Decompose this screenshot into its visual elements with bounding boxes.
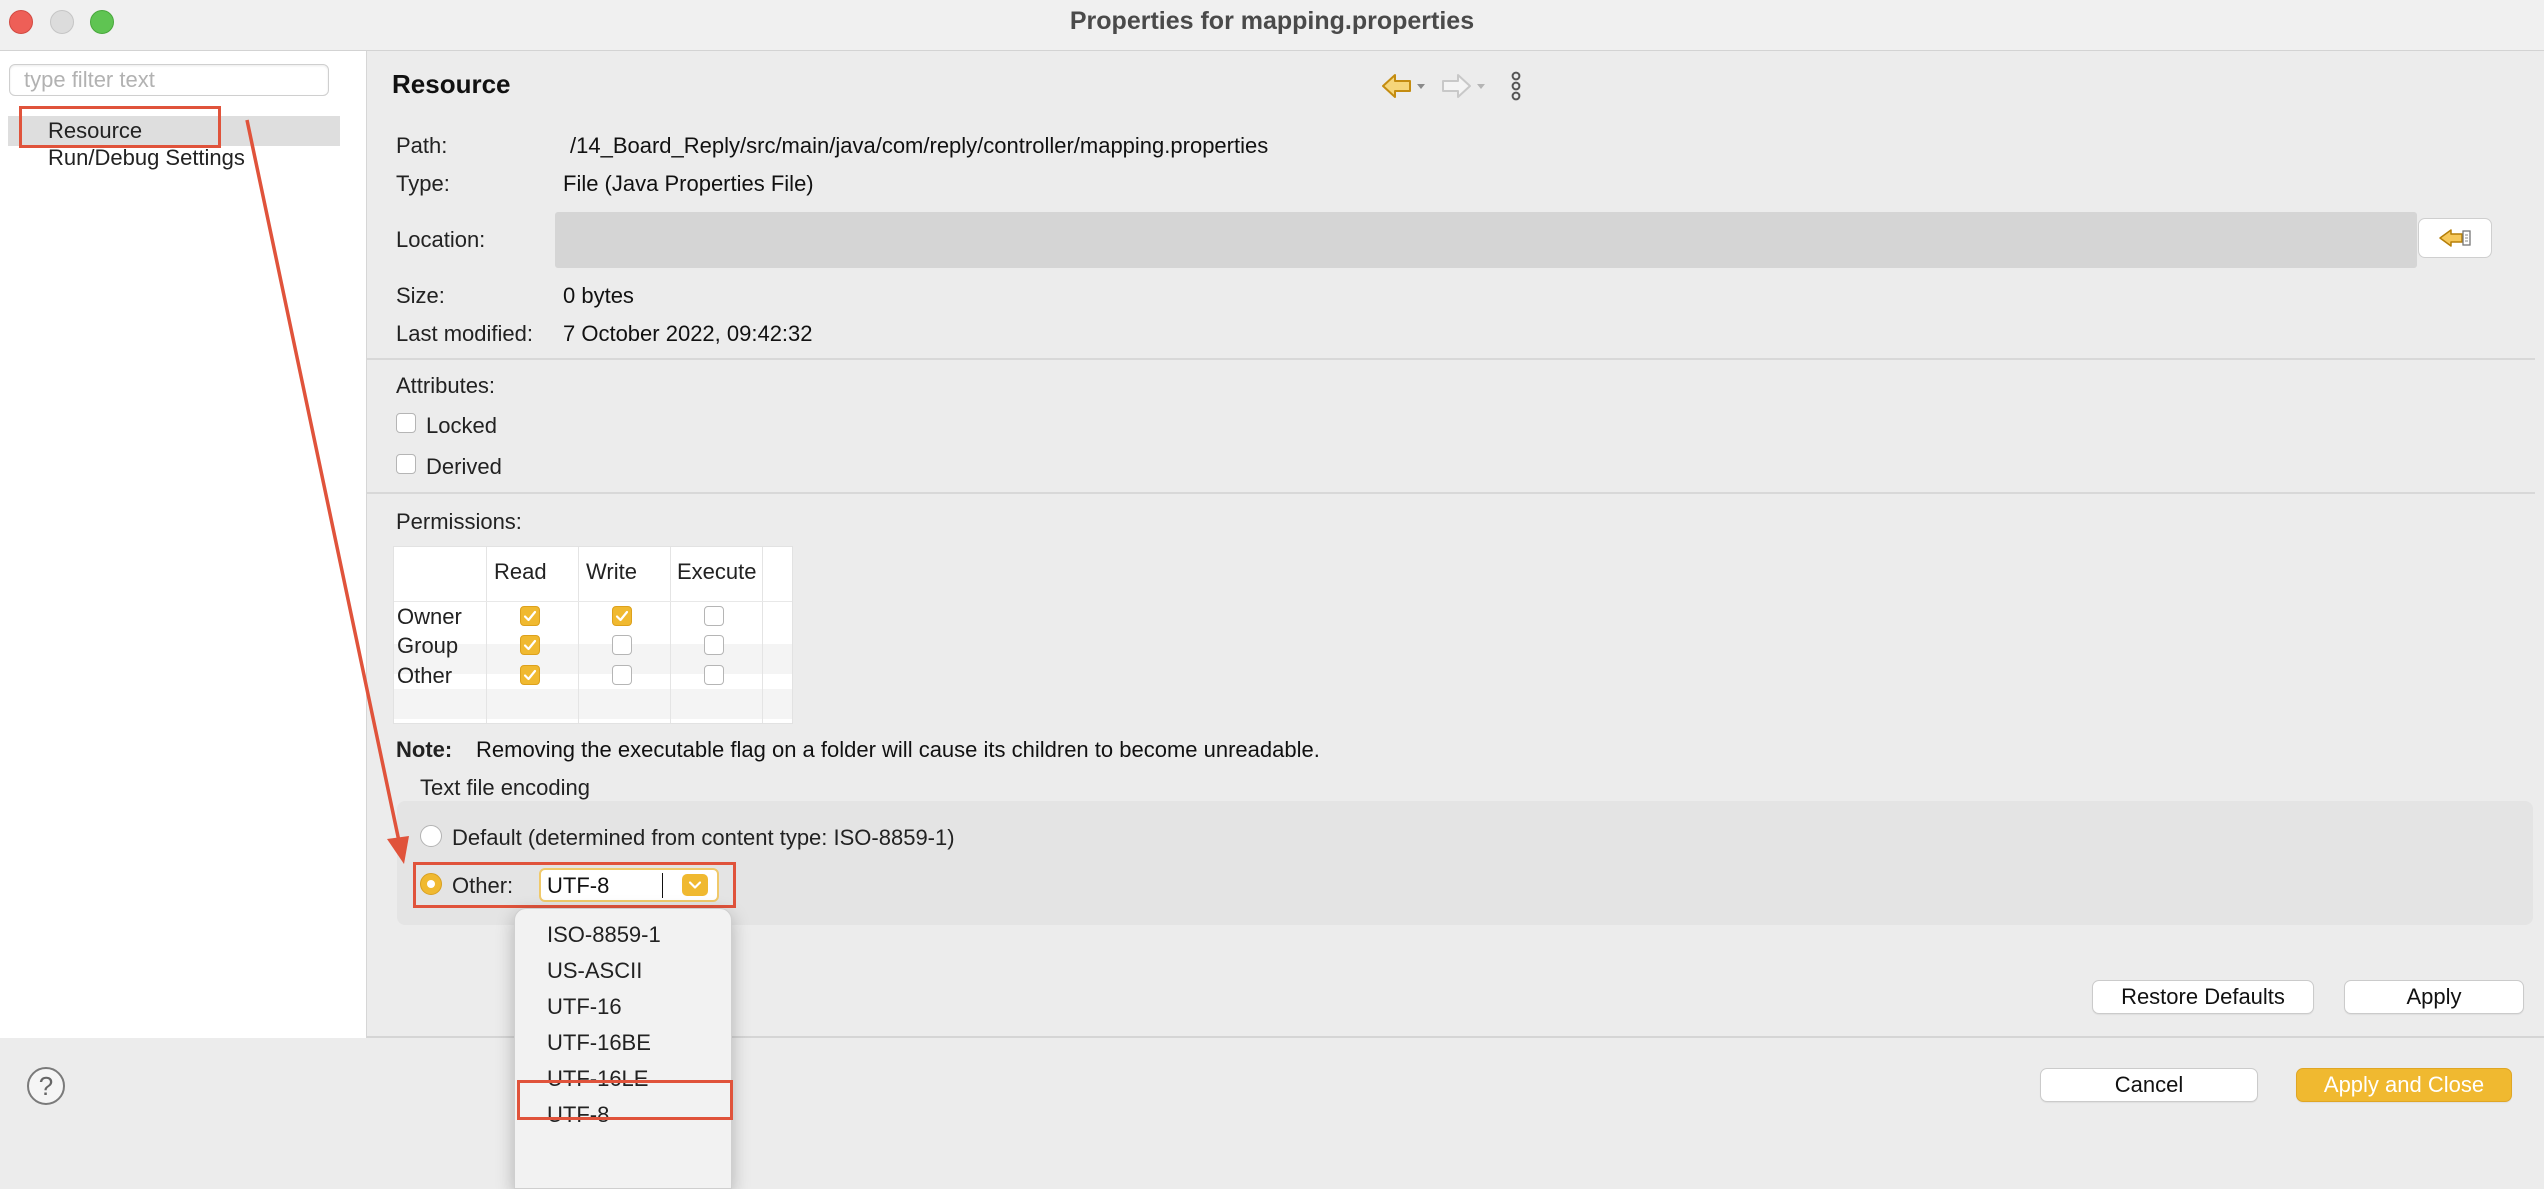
checkmark-icon [523,610,537,622]
row-label-group: Group [397,633,459,658]
type-label: Type: [396,171,450,196]
checkmark-icon [523,669,537,681]
encoding-combo-value: UTF-8 [547,873,610,898]
derived-checkbox[interactable] [396,454,416,474]
row-label-owner: Owner [397,604,462,629]
encoding-option[interactable]: UTF-16LE [515,1061,731,1097]
note-label: Note: [396,737,453,762]
cancel-button[interactable]: Cancel [2040,1068,2258,1102]
encoding-option[interactable]: UTF-16 [515,989,731,1025]
encoding-option[interactable]: ISO-8859-1 [515,917,731,953]
show-in-system-explorer-icon [2439,229,2471,247]
other-execute-checkbox[interactable] [704,665,724,685]
permissions-label: Permissions: [396,509,522,534]
show-in-system-explorer-button[interactable] [2418,218,2492,258]
encoding-option[interactable]: US-ASCII [515,953,731,989]
encoding-option-highlighted[interactable]: UTF-8 [515,1097,731,1133]
permissions-table: Read Write Execute Owner Group Other [393,546,793,724]
note-text: Removing the executable flag on a folder… [476,737,1320,762]
locked-checkbox[interactable] [396,413,416,433]
encoding-group [397,801,2533,925]
restore-defaults-button[interactable]: Restore Defaults [2092,980,2314,1014]
default-encoding-label: Default (determined from content type: I… [452,825,955,850]
encoding-option[interactable]: UTF-16BE [515,1025,731,1061]
title-bar: Properties for mapping.properties [0,0,2544,51]
text-cursor [662,873,663,898]
column-divider [578,547,579,723]
encoding-dropdown-list: ISO-8859-1 US-ASCII UTF-16 UTF-16BE UTF-… [514,908,732,1189]
size-value: 0 bytes [563,283,634,308]
forward-arrow-icon[interactable] [1440,69,1500,103]
path-value: /14_Board_Reply/src/main/java/com/reply/… [570,133,1269,158]
view-menu-icon[interactable] [1508,69,1524,103]
column-divider [762,547,763,723]
other-encoding-label: Other: [452,873,514,898]
group-write-checkbox[interactable] [612,635,632,655]
help-button[interactable]: ? [27,1067,65,1105]
location-label: Location: [396,227,486,252]
row-label-other: Other [397,663,453,688]
tree-item-label: Run/Debug Settings [48,145,245,170]
checkmark-icon [615,610,629,622]
last-modified-label: Last modified: [396,321,533,346]
column-divider [670,547,671,723]
default-encoding-radio[interactable] [420,825,442,847]
size-label: Size: [396,283,445,308]
attributes-label: Attributes: [396,373,496,398]
owner-execute-checkbox[interactable] [704,606,724,626]
back-arrow-icon[interactable] [1380,69,1440,103]
path-label: Path: [396,133,448,158]
other-write-checkbox[interactable] [612,665,632,685]
table-row-stripe [394,689,792,719]
header-divider [394,601,792,602]
last-modified-value: 7 October 2022, 09:42:32 [563,321,813,346]
type-value: File (Java Properties File) [563,171,814,196]
column-header-execute: Execute [677,559,757,584]
column-divider [486,547,487,723]
column-header-write: Write [586,559,637,584]
owner-read-checkbox[interactable] [520,606,540,626]
filter-input[interactable] [9,64,329,96]
column-header-read: Read [494,559,547,584]
encoding-combo[interactable]: UTF-8 [539,868,719,902]
checkmark-icon [523,639,537,651]
other-encoding-radio[interactable] [420,873,442,895]
location-field[interactable] [555,212,2417,268]
chevron-down-icon [688,881,702,889]
tree-item-resource[interactable]: Resource [8,116,340,146]
apply-button[interactable]: Apply [2344,980,2524,1014]
resource-page: Resource Path: /14_Board_Reply/src/main/… [367,51,2544,1038]
tree-item-label: Resource [48,118,143,143]
encoding-combo-dropdown-button[interactable] [682,874,708,896]
locked-label: Locked [426,413,497,438]
other-read-checkbox[interactable] [520,665,540,685]
tree-item-run-debug-settings[interactable]: Run/Debug Settings [8,143,340,173]
page-title: Resource [392,69,511,99]
derived-label: Derived [426,454,502,479]
group-execute-checkbox[interactable] [704,635,724,655]
group-read-checkbox[interactable] [520,635,540,655]
window-title: Properties for mapping.properties [1069,7,1475,35]
owner-write-checkbox[interactable] [612,606,632,626]
property-pages-tree: Resource Run/Debug Settings [0,51,367,1038]
encoding-group-label: Text file encoding [420,775,590,800]
apply-and-close-button[interactable]: Apply and Close [2296,1068,2512,1102]
separator [367,358,2535,360]
separator [367,492,2535,494]
